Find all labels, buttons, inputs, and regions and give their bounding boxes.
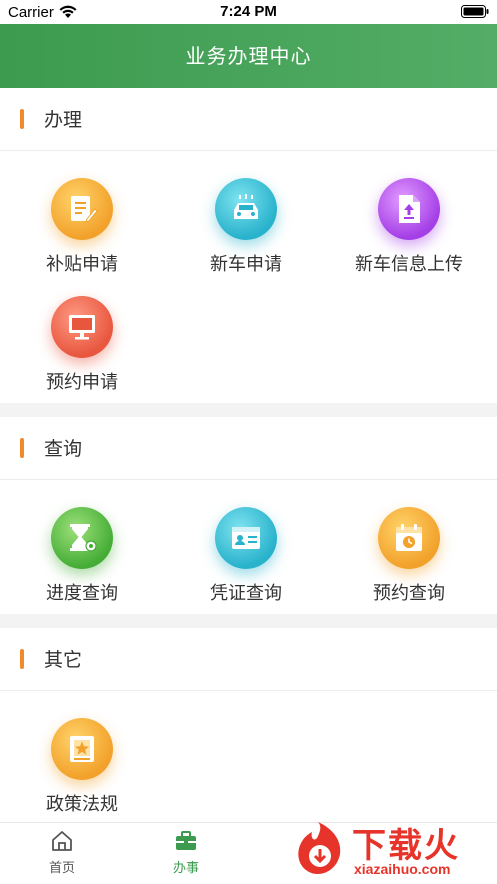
section-other: 其它 政策法规 xyxy=(0,628,497,822)
home-icon xyxy=(52,831,72,851)
tab-home[interactable]: 首页 xyxy=(32,829,92,876)
item-label: 新车申请 xyxy=(210,254,282,275)
item-label: 凭证查询 xyxy=(210,583,282,604)
page-title: 业务办理中心 xyxy=(185,44,312,68)
section-title: 其它 xyxy=(44,649,83,671)
item-label: 进度查询 xyxy=(46,583,118,604)
id-card-icon xyxy=(215,507,277,569)
watermark: 下载火 xiazaihuo.com xyxy=(290,818,490,880)
item-label: 政策法规 xyxy=(46,794,118,815)
section-title: 查询 xyxy=(44,438,83,460)
item-label: 预约查询 xyxy=(373,583,445,604)
grid-item-progress-query[interactable]: 进度查询 xyxy=(7,507,157,605)
grid-item-voucher-query[interactable]: 凭证查询 xyxy=(171,507,321,605)
section-header: 查询 xyxy=(0,417,497,480)
section-query: 查询 进度查询 凭证查询 预约查询 xyxy=(0,417,497,614)
item-label: 新车信息上传 xyxy=(355,254,463,275)
document-edit-icon xyxy=(51,178,113,240)
grid-item-policy-regulations[interactable]: 政策法规 xyxy=(7,718,157,816)
battery-icon xyxy=(461,5,489,18)
monitor-icon xyxy=(51,296,113,358)
tab-label: 办事 xyxy=(172,861,199,876)
grid-item-appointment-apply[interactable]: 预约申请 xyxy=(7,296,157,394)
status-bar: Carrier 7:24 PM xyxy=(0,0,497,24)
watermark-url: xiazaihuo.com xyxy=(354,861,451,877)
section-accent-bar xyxy=(20,649,24,669)
upload-file-icon xyxy=(378,178,440,240)
section-header: 办理 xyxy=(0,88,497,151)
grid-item-appointment-query[interactable]: 预约查询 xyxy=(334,507,484,605)
section-header: 其它 xyxy=(0,628,497,691)
section-accent-bar xyxy=(20,438,24,458)
flame-logo-icon xyxy=(298,822,341,874)
watermark-title: 下载火 xyxy=(352,826,460,866)
section-accent-bar xyxy=(20,109,24,129)
section-handle: 办理 补贴申请 新车申请 新车信息上传 预约申请 xyxy=(0,88,497,403)
hourglass-gear-icon xyxy=(51,507,113,569)
car-icon xyxy=(215,178,277,240)
grid-item-new-car-info-upload[interactable]: 新车信息上传 xyxy=(334,178,484,276)
item-label: 预约申请 xyxy=(46,372,118,393)
tab-label: 首页 xyxy=(48,861,75,876)
item-label: 补贴申请 xyxy=(46,254,118,275)
calendar-clock-icon xyxy=(378,507,440,569)
nav-bar: 业务办理中心 xyxy=(0,24,497,88)
section-title: 办理 xyxy=(44,109,83,131)
star-book-icon xyxy=(51,718,113,780)
tab-affairs[interactable]: 办事 xyxy=(156,829,216,876)
clock: 7:24 PM xyxy=(220,3,277,20)
grid-item-new-car-apply[interactable]: 新车申请 xyxy=(171,178,321,276)
briefcase-icon xyxy=(176,831,196,850)
grid-item-subsidy-apply[interactable]: 补贴申请 xyxy=(7,178,157,276)
